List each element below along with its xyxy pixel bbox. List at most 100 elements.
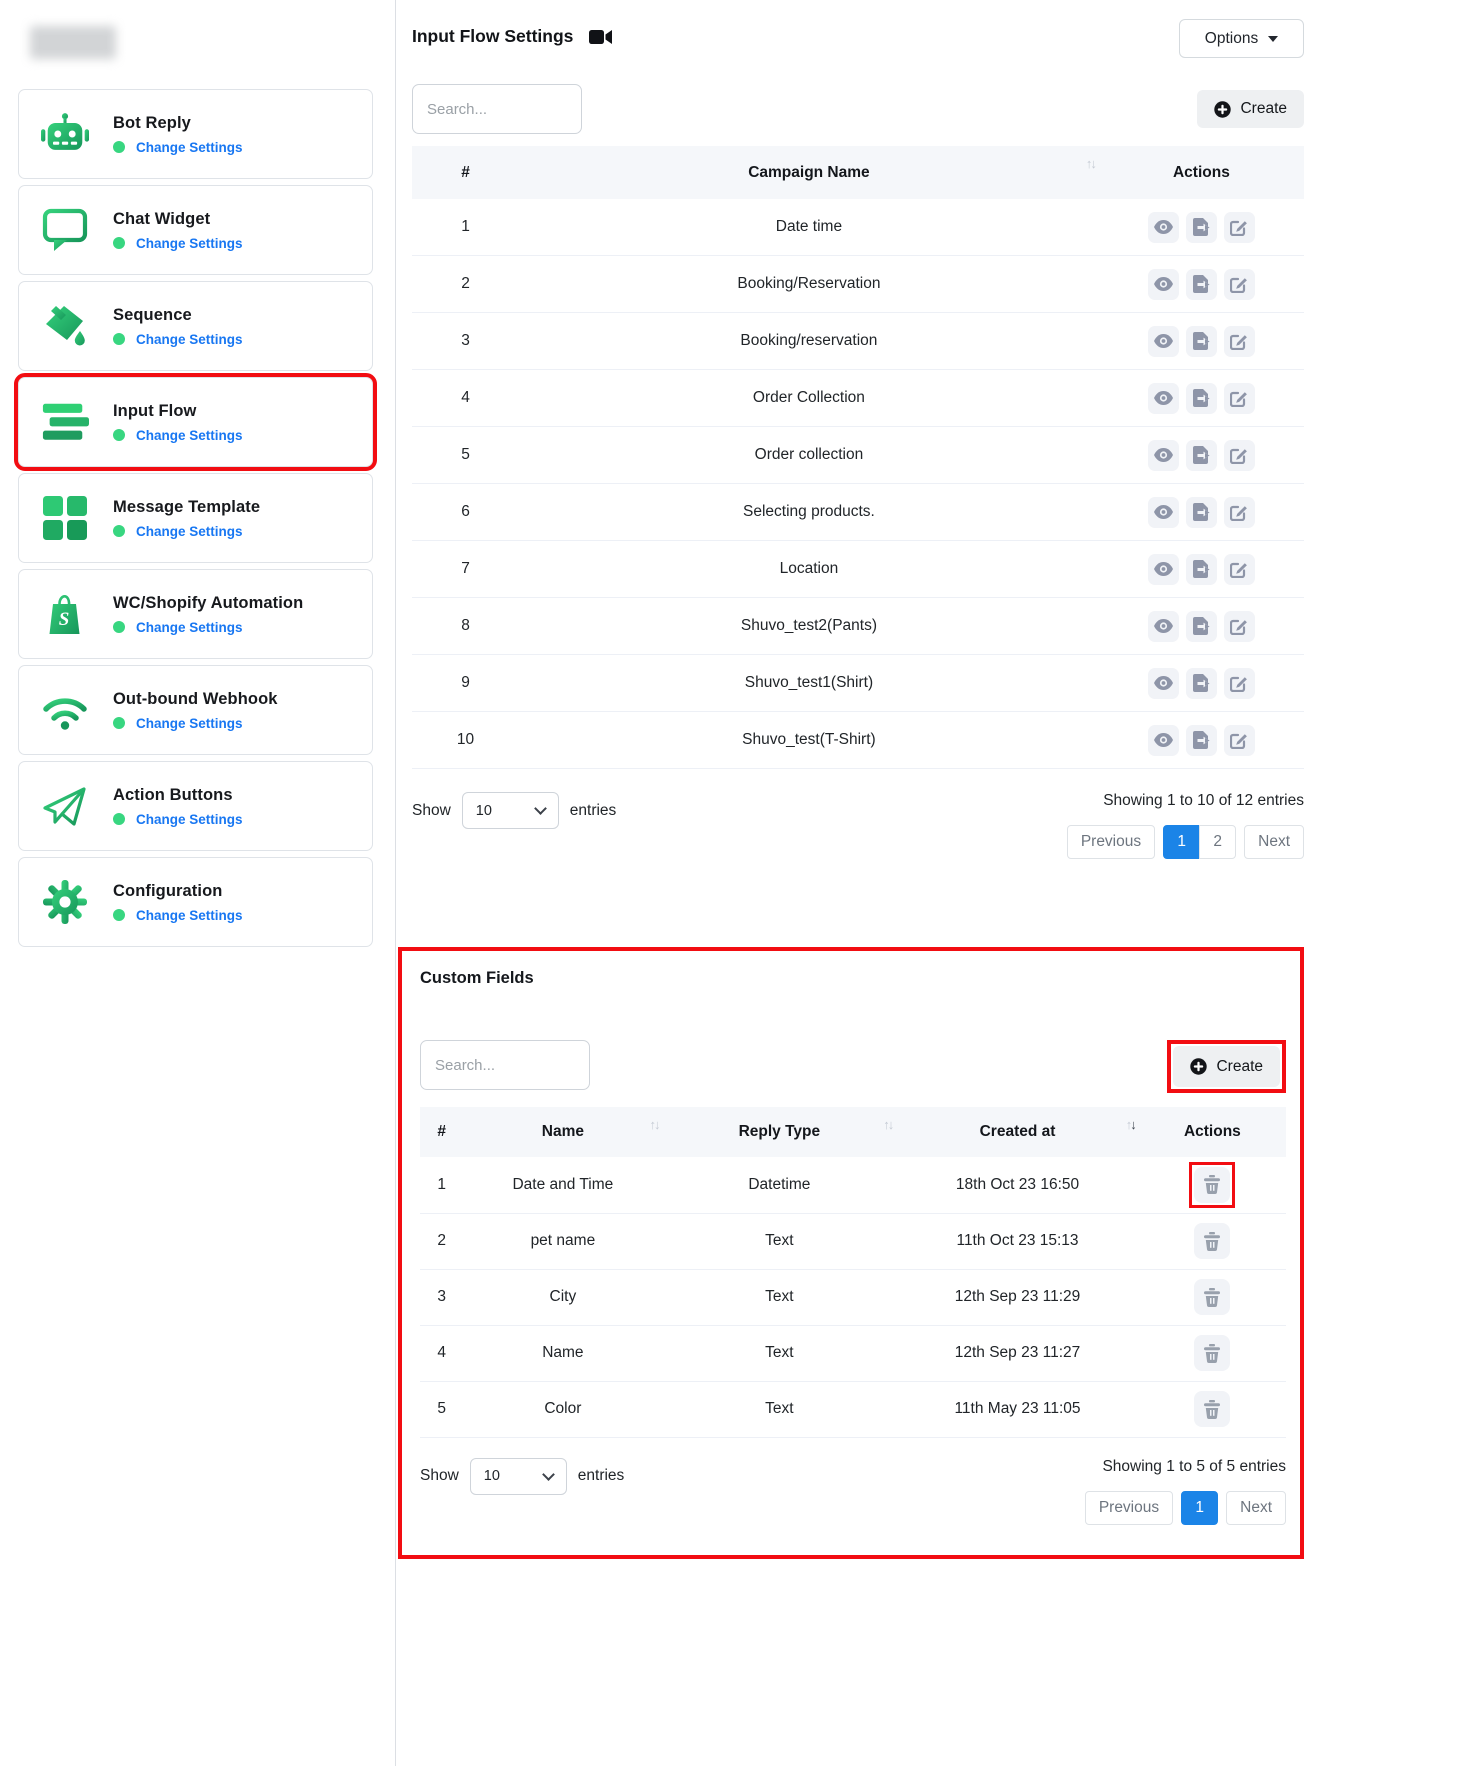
pagination-page-1[interactable]: 1 xyxy=(1181,1491,1218,1525)
change-settings-link[interactable]: Change Settings xyxy=(136,812,243,827)
reply-type-cell: Text xyxy=(662,1269,896,1325)
change-settings-link[interactable]: Change Settings xyxy=(136,140,243,155)
edit-icon[interactable] xyxy=(1224,497,1255,528)
sidebar-item-chat-widget[interactable]: Chat Widget Change Settings xyxy=(18,185,373,275)
sidebar-item-action-buttons[interactable]: Action Buttons Change Settings xyxy=(18,761,373,851)
row-number: 2 xyxy=(412,256,519,313)
sidebar-item-configuration[interactable]: Configuration Change Settings xyxy=(18,857,373,947)
custom-fields-search-input[interactable] xyxy=(420,1040,590,1090)
paint-bucket-icon xyxy=(41,302,89,350)
sidebar-item-bot-reply[interactable]: Bot Reply Change Settings xyxy=(18,89,373,179)
video-camera-icon[interactable] xyxy=(589,29,613,45)
export-icon[interactable] xyxy=(1186,326,1217,357)
plus-circle-icon xyxy=(1214,101,1231,118)
view-button[interactable] xyxy=(1148,326,1179,357)
export-icon[interactable] xyxy=(1186,554,1217,585)
sidebar-item-label: Action Buttons xyxy=(113,786,233,804)
change-settings-link[interactable]: Change Settings xyxy=(136,524,243,539)
edit-icon[interactable] xyxy=(1224,383,1255,414)
edit-icon[interactable] xyxy=(1224,611,1255,642)
table-row: 5 Order collection xyxy=(412,427,1304,484)
sidebar-item-input-flow[interactable]: Input Flow Change Settings xyxy=(18,377,373,467)
view-button[interactable] xyxy=(1148,269,1179,300)
campaign-table-body: 1 Date time 2 Booking/Reservation xyxy=(412,199,1304,769)
campaign-search-input[interactable] xyxy=(412,84,582,134)
reply-type-header-label: Reply Type xyxy=(739,1123,821,1140)
custom-fields-header-row: # Name↑↓ Reply Type↑↓ Created at↑↓ Actio… xyxy=(420,1107,1286,1157)
options-button[interactable]: Options xyxy=(1179,19,1304,58)
sidebar-item-message-template[interactable]: Message Template Change Settings xyxy=(18,473,373,563)
edit-icon[interactable] xyxy=(1224,326,1255,357)
view-button[interactable] xyxy=(1148,383,1179,414)
sort-icon[interactable]: ↑↓ xyxy=(1086,156,1095,171)
export-icon[interactable] xyxy=(1186,383,1217,414)
edit-icon[interactable] xyxy=(1224,554,1255,585)
table-row: 3 City Text 12th Sep 23 11:29 xyxy=(420,1269,1286,1325)
view-button[interactable] xyxy=(1148,212,1179,243)
edit-icon[interactable] xyxy=(1224,212,1255,243)
custom-fields-create-button[interactable]: Create xyxy=(1173,1046,1280,1087)
export-icon[interactable] xyxy=(1186,497,1217,528)
pagination-page-1[interactable]: 1 xyxy=(1163,825,1200,859)
export-icon[interactable] xyxy=(1186,668,1217,699)
view-button[interactable] xyxy=(1148,725,1179,756)
change-settings-link[interactable]: Change Settings xyxy=(136,716,243,731)
sidebar-item-wc-shopify-automation[interactable]: S WC/Shopify Automation Change Settings xyxy=(18,569,373,659)
pagination-previous-button[interactable]: Previous xyxy=(1067,825,1155,859)
row-number: 5 xyxy=(412,427,519,484)
edit-icon[interactable] xyxy=(1224,440,1255,471)
change-settings-link[interactable]: Change Settings xyxy=(136,908,243,923)
sidebar-item-sequence[interactable]: Sequence Change Settings xyxy=(18,281,373,371)
export-icon[interactable] xyxy=(1186,269,1217,300)
main-content: Input Flow Settings Options Create # xyxy=(396,0,1470,1766)
sort-icon-desc-active[interactable]: ↑↓ xyxy=(1126,1117,1135,1132)
show-label: Show xyxy=(412,802,451,820)
pagination-page-2[interactable]: 2 xyxy=(1199,825,1236,859)
change-settings-link[interactable]: Change Settings xyxy=(136,332,243,347)
view-button[interactable] xyxy=(1148,611,1179,642)
created-at-cell: 12th Sep 23 11:29 xyxy=(896,1269,1138,1325)
edit-icon[interactable] xyxy=(1224,269,1255,300)
grid-icon xyxy=(41,494,89,542)
wifi-icon xyxy=(41,686,89,734)
table-row: 2 Booking/Reservation xyxy=(412,256,1304,313)
view-button[interactable] xyxy=(1148,554,1179,585)
export-icon[interactable] xyxy=(1186,440,1217,471)
pagination-next-button[interactable]: Next xyxy=(1226,1491,1286,1525)
view-button[interactable] xyxy=(1148,497,1179,528)
delete-button[interactable] xyxy=(1194,1223,1230,1259)
column-header-created-at[interactable]: Created at↑↓ xyxy=(896,1107,1138,1157)
change-settings-link[interactable]: Change Settings xyxy=(136,620,243,635)
page-size-select[interactable]: 10 xyxy=(470,1458,567,1495)
created-at-cell: 11th May 23 11:05 xyxy=(896,1381,1138,1437)
pagination-previous-button[interactable]: Previous xyxy=(1085,1491,1173,1525)
export-icon[interactable] xyxy=(1186,611,1217,642)
sort-icon[interactable]: ↑↓ xyxy=(649,1117,658,1132)
pagination-next-button[interactable]: Next xyxy=(1244,825,1304,859)
view-button[interactable] xyxy=(1148,668,1179,699)
view-button[interactable] xyxy=(1148,440,1179,471)
column-header-campaign-name[interactable]: Campaign Name↑↓ xyxy=(519,146,1099,199)
table-row: 8 Shuvo_test2(Pants) xyxy=(412,598,1304,655)
page-title: Input Flow Settings xyxy=(412,26,573,47)
change-settings-link[interactable]: Change Settings xyxy=(136,236,243,251)
campaign-create-button[interactable]: Create xyxy=(1197,90,1304,128)
sort-icon[interactable]: ↑↓ xyxy=(883,1117,892,1132)
delete-button[interactable] xyxy=(1194,1335,1230,1371)
edit-icon[interactable] xyxy=(1224,668,1255,699)
column-header-name[interactable]: Name ↑↓ xyxy=(463,1107,662,1157)
name-header-label: Name xyxy=(542,1123,584,1140)
paper-plane-icon xyxy=(41,782,89,830)
edit-icon[interactable] xyxy=(1224,725,1255,756)
row-number: 4 xyxy=(412,370,519,427)
column-header-reply-type[interactable]: Reply Type ↑↓ xyxy=(662,1107,896,1157)
delete-button[interactable] xyxy=(1194,1167,1230,1203)
export-icon[interactable] xyxy=(1186,725,1217,756)
sidebar-item-out-bound-webhook[interactable]: Out-bound Webhook Change Settings xyxy=(18,665,373,755)
delete-button[interactable] xyxy=(1194,1391,1230,1427)
delete-button[interactable] xyxy=(1194,1279,1230,1315)
page-size-select[interactable]: 10 xyxy=(462,792,559,829)
export-icon[interactable] xyxy=(1186,212,1217,243)
sidebar-item-label: Out-bound Webhook xyxy=(113,690,278,708)
change-settings-link[interactable]: Change Settings xyxy=(136,428,243,443)
